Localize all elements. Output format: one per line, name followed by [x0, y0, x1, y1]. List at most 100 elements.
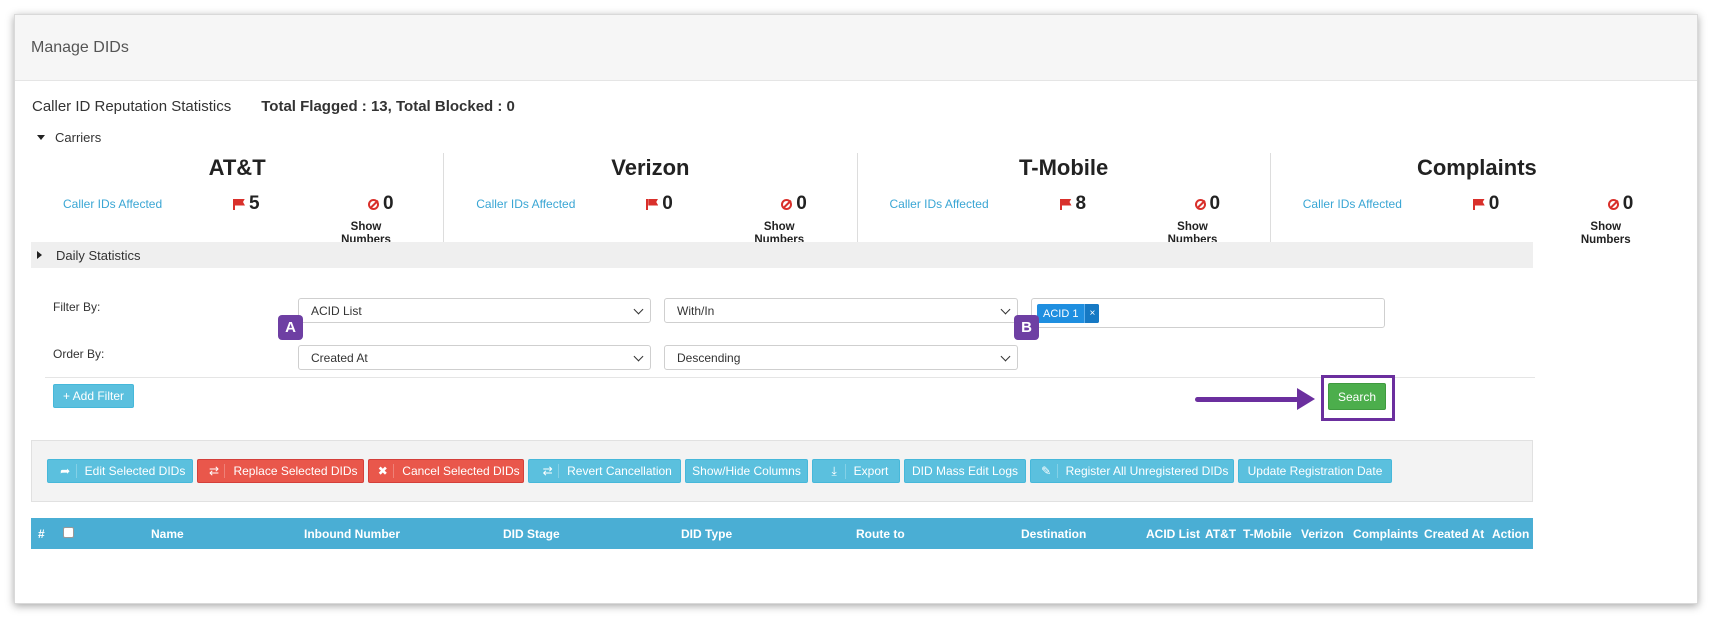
- page-header: Manage DIDs: [15, 15, 1697, 81]
- filter-field-select[interactable]: ACID List: [298, 298, 651, 323]
- page-title: Manage DIDs: [31, 38, 129, 56]
- filter-operator-value: With/In: [677, 303, 715, 318]
- blocked-value: 0: [1209, 193, 1221, 214]
- column-header[interactable]: Verizon: [1301, 527, 1344, 541]
- flag-icon: [233, 198, 245, 210]
- revert-cancellation-button[interactable]: ⇄ Revert Cancellation: [528, 459, 681, 483]
- button-label: Replace Selected DIDs: [233, 464, 358, 478]
- order-by-label: Order By:: [53, 347, 105, 361]
- edit-selected-dids-button[interactable]: ➦ Edit Selected DIDs: [47, 459, 193, 483]
- flagged-count: 8: [1059, 193, 1195, 215]
- carrier-name: Verizon: [611, 155, 690, 180]
- show-numbers-link[interactable]: Show Numbers: [1571, 221, 1641, 247]
- show-hide-columns-button[interactable]: Show/Hide Columns: [685, 459, 808, 483]
- carriers-label: Carriers: [55, 130, 102, 145]
- did-mass-edit-logs-button[interactable]: DID Mass Edit Logs: [904, 459, 1026, 483]
- column-header: #: [38, 527, 45, 541]
- carrier-name: AT&T: [208, 155, 266, 180]
- manage-dids-window: Manage DIDs Caller ID Reputation Statist…: [14, 14, 1698, 604]
- ban-icon: [368, 198, 379, 210]
- flagged-value: 8: [1075, 193, 1087, 214]
- column-header[interactable]: Route to: [856, 527, 905, 541]
- download-icon: ⤓: [824, 463, 846, 479]
- filter-field-value: ACID List: [311, 303, 362, 318]
- register-unregistered-dids-button[interactable]: ✎ Register All Unregistered DIDs: [1030, 459, 1234, 483]
- order-direction-value: Descending: [677, 350, 741, 365]
- add-filter-button[interactable]: + Add Filter: [53, 384, 134, 408]
- retweet-icon: ⇄: [203, 464, 226, 478]
- column-header[interactable]: ACID List: [1146, 527, 1200, 541]
- caret-down-icon: [37, 135, 45, 140]
- search-button[interactable]: Search: [1328, 383, 1386, 410]
- order-direction-select[interactable]: Descending: [664, 345, 1018, 370]
- caller-ids-affected-link[interactable]: Caller IDs Affected: [476, 197, 646, 211]
- caller-ids-affected-link[interactable]: Caller IDs Affected: [1303, 197, 1473, 211]
- flag-icon: [1472, 198, 1485, 210]
- annotation-arrow: [1195, 388, 1315, 410]
- chevron-down-icon: [633, 304, 644, 315]
- select-all-checkbox[interactable]: [63, 527, 74, 538]
- ban-icon: [1194, 198, 1206, 210]
- column-header[interactable]: Name: [151, 527, 184, 541]
- annotation-badge-a: A: [278, 315, 303, 340]
- reputation-stats-line: Caller ID Reputation Statistics Total Fl…: [32, 98, 515, 115]
- blocked-count: 0: [368, 193, 394, 215]
- blocked-count: 0: [1194, 193, 1221, 215]
- button-label: Edit Selected DIDs: [84, 464, 186, 478]
- filter-value-input[interactable]: ACID 1 ×: [1031, 298, 1385, 328]
- order-field-select[interactable]: Created At: [298, 345, 651, 370]
- flag-icon: [1059, 198, 1072, 210]
- column-header[interactable]: Created At: [1424, 527, 1484, 541]
- flagged-count: 5: [233, 193, 368, 215]
- flagged-count: 0: [1472, 193, 1608, 215]
- button-label: Cancel Selected DIDs: [402, 464, 520, 478]
- chevron-down-icon: [633, 351, 644, 362]
- filter-tag-label: ACID 1: [1043, 307, 1079, 320]
- column-header[interactable]: T-Mobile: [1243, 527, 1292, 541]
- column-header[interactable]: Complaints: [1353, 527, 1418, 541]
- filter-divider: [45, 377, 1535, 378]
- bulk-actions-panel: ➦ Edit Selected DIDs ⇄ Replace Selected …: [31, 440, 1533, 502]
- caret-right-icon: [37, 251, 42, 259]
- replace-selected-dids-button[interactable]: ⇄ Replace Selected DIDs: [197, 459, 364, 483]
- column-header[interactable]: Destination: [1021, 527, 1086, 541]
- column-header: Action: [1492, 527, 1530, 541]
- button-label: Revert Cancellation: [567, 464, 672, 478]
- filter-operator-select[interactable]: With/In: [664, 298, 1018, 323]
- column-header[interactable]: AT&T: [1205, 527, 1236, 541]
- flagged-value: 5: [249, 193, 260, 214]
- caller-ids-affected-link[interactable]: Caller IDs Affected: [63, 197, 233, 211]
- edit-icon: ✎: [1036, 464, 1058, 478]
- flag-icon: [646, 198, 658, 210]
- blocked-value: 0: [383, 193, 394, 214]
- remove-tag-button[interactable]: ×: [1084, 304, 1100, 323]
- annotation-badge-b: B: [1014, 315, 1039, 340]
- blocked-count: 0: [781, 193, 807, 215]
- daily-statistics-toggle[interactable]: Daily Statistics: [31, 242, 1533, 268]
- column-header[interactable]: DID Stage: [503, 527, 560, 541]
- chevron-down-icon: [1000, 351, 1011, 362]
- cancel-selected-dids-button[interactable]: ✖ Cancel Selected DIDs: [368, 459, 524, 483]
- flagged-value: 0: [1488, 193, 1500, 214]
- blocked-count: 0: [1607, 193, 1634, 215]
- button-label: Export: [853, 464, 889, 478]
- ban-icon: [1607, 198, 1619, 210]
- caller-ids-affected-link[interactable]: Caller IDs Affected: [890, 197, 1060, 211]
- daily-statistics-label: Daily Statistics: [56, 247, 141, 263]
- carriers-toggle[interactable]: Carriers: [37, 130, 101, 145]
- carrier-name: Complaints: [1416, 155, 1537, 180]
- chevron-down-icon: [1000, 304, 1011, 315]
- filter-tag: ACID 1 ×: [1037, 304, 1100, 323]
- dids-table-header: # Name Inbound Number DID Stage DID Type…: [31, 518, 1533, 549]
- button-label: Register All Unregistered DIDs: [1065, 464, 1229, 478]
- update-registration-date-button[interactable]: Update Registration Date: [1238, 459, 1392, 483]
- order-field-value: Created At: [311, 350, 368, 365]
- blocked-value: 0: [1622, 193, 1634, 214]
- flagged-value: 0: [662, 193, 673, 214]
- reputation-stats-label: Caller ID Reputation Statistics: [32, 98, 232, 115]
- carrier-name: T-Mobile: [1019, 155, 1109, 180]
- column-header[interactable]: Inbound Number: [304, 527, 400, 541]
- column-header[interactable]: DID Type: [681, 527, 732, 541]
- ban-icon: [781, 198, 793, 210]
- export-button[interactable]: ⤓ Export: [812, 459, 900, 483]
